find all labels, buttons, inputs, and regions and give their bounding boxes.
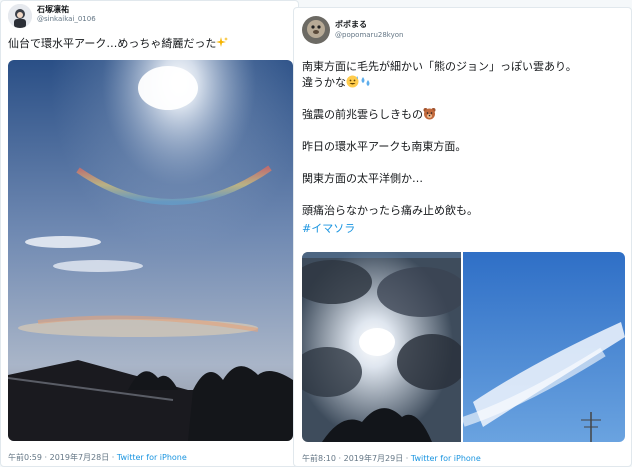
tweet-time[interactable]: 午前8:10: [302, 454, 336, 463]
tweet-photo[interactable]: [8, 60, 293, 441]
hashtag-link[interactable]: #イマソラ: [302, 220, 355, 236]
tweet-text-line: 関東方面の太平洋側か…: [302, 172, 423, 185]
tweet-text-line: 頭痛治らなかったら痛み止め飲も。: [302, 204, 478, 217]
bear-face-icon: [423, 107, 436, 123]
tweet-source[interactable]: Twitter for iPhone: [117, 453, 187, 462]
tweet-date[interactable]: 2019年7月29日: [344, 454, 404, 463]
user-handle[interactable]: @sinkaikai_0106: [37, 15, 96, 23]
avatar[interactable]: [302, 16, 330, 44]
tweet-meta: 午前0:59 · 2019年7月28日 · Twitter for iPhone: [8, 453, 187, 462]
display-name[interactable]: ポポまる: [335, 19, 367, 30]
tweet-text-line: 昨日の環水平アークも南東方面。: [302, 140, 467, 153]
tweet-text-content: 違うかな: [302, 76, 346, 89]
tweet-text-line: 違うかな: [302, 74, 372, 91]
tweet-date[interactable]: 2019年7月28日: [50, 453, 110, 462]
user-handle[interactable]: @popomaru28kyon: [335, 31, 403, 39]
tweet-text-content: 仙台で環水平アーク…めっちゃ綺麗だった: [8, 37, 217, 50]
sparkles-icon: [216, 37, 229, 52]
sweat-droplets-icon: [359, 75, 372, 91]
tweet-meta: 午前8:10 · 2019年7月29日 · Twitter for iPhone: [302, 454, 481, 463]
tweet-card-left: 石塚凛祐 @sinkaikai_0106 仙台で環水平アーク…めっちゃ綺麗だった: [0, 0, 299, 467]
tweet-time[interactable]: 午前0:59: [8, 453, 42, 462]
tweet-photo-1[interactable]: [302, 252, 461, 442]
tweet-text-line: 強震の前兆雲らしきもの: [302, 106, 436, 123]
tweet-text: 仙台で環水平アーク…めっちゃ綺麗だった: [8, 35, 229, 52]
avatar[interactable]: [8, 4, 32, 28]
grinning-sweat-face-icon: [346, 75, 359, 91]
tweet-source[interactable]: Twitter for iPhone: [411, 454, 481, 463]
tweet-text-line: 南東方面に毛先が細かい「熊のジョン」っぽい雲あり。: [302, 60, 577, 73]
tweet-photo-2[interactable]: [463, 252, 625, 442]
tweet-text-content: 強震の前兆雲らしきもの: [302, 108, 423, 121]
display-name[interactable]: 石塚凛祐: [37, 4, 69, 15]
tweet-card-right: ポポまる @popomaru28kyon 南東方面に毛先が細かい「熊のジョン」っ…: [293, 7, 632, 467]
